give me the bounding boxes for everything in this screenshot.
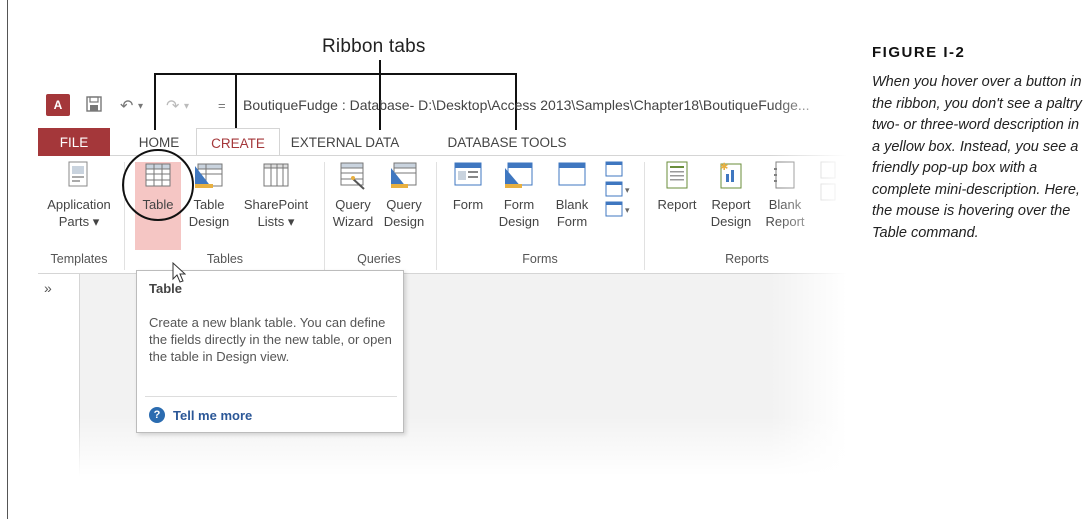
more-forms-icon: ▾▾: [605, 161, 630, 217]
access-logo-icon: A: [46, 94, 70, 116]
table-design-line1: Table: [193, 197, 225, 212]
report-design-icon: ✱: [720, 162, 742, 189]
query-design-button[interactable]: Query Design: [378, 160, 430, 230]
more-reports-stack[interactable]: [814, 160, 844, 214]
help-icon: ?: [149, 407, 165, 423]
group-label-tables: Tables: [206, 252, 244, 266]
group-label-reports: Reports: [725, 252, 769, 266]
query-wizard-line1: Query: [335, 197, 371, 212]
redo-dropdown-icon[interactable]: ▾: [184, 101, 189, 112]
table-design-icon: [195, 163, 223, 188]
form-design-line2: Design: [498, 214, 540, 229]
undo-icon[interactable]: ↶: [120, 96, 133, 116]
report-design-line1: Report: [711, 197, 751, 212]
tell-me-more-link[interactable]: ? Tell me more: [149, 407, 252, 423]
undo-dropdown-icon[interactable]: ▾: [138, 101, 143, 112]
report-icon: [666, 161, 688, 189]
form-icon: [454, 162, 482, 186]
query-wizard-icon: [340, 162, 365, 190]
query-wizard-button[interactable]: Query Wizard: [328, 160, 378, 230]
form-button-label: Form: [452, 197, 484, 212]
screen-tip: Table Create a new blank table. You can …: [136, 270, 404, 433]
access-window: A ↶ ▾ ↷ ▾ = BoutiqueFudge : Database- D:…: [38, 86, 860, 476]
tab-database-tools[interactable]: DATABASE TOOLS: [436, 128, 578, 156]
blank-form-line1: Blank: [555, 197, 589, 212]
group-separator: [324, 162, 325, 270]
blank-report-icon: [774, 161, 795, 189]
sharepoint-lists-icon: [263, 163, 289, 187]
navigation-pane[interactable]: »: [38, 274, 80, 476]
svg-text:✱: ✱: [720, 162, 728, 173]
figure-caption: When you hover over a button in the ribb…: [872, 74, 1082, 241]
redo-icon[interactable]: ↷: [166, 96, 179, 116]
application-parts-button[interactable]: Application Parts ▾: [40, 160, 118, 230]
group-label-forms: Forms: [522, 252, 558, 266]
form-button[interactable]: Form: [446, 160, 490, 213]
group-label-queries: Queries: [357, 252, 401, 266]
group-separator: [644, 162, 645, 270]
tab-file[interactable]: FILE: [38, 128, 110, 156]
query-design-icon: [391, 162, 417, 188]
blank-report-button[interactable]: Blank Report: [760, 160, 810, 230]
more-reports-icon: [820, 161, 836, 201]
form-design-icon: [505, 162, 533, 188]
tab-external-data[interactable]: EXTERNAL DATA: [284, 128, 406, 156]
tip-divider: [145, 396, 397, 397]
query-wizard-line2: Wizard: [332, 214, 374, 229]
blank-report-line1: Blank: [768, 197, 802, 212]
table-design-line2: Design: [188, 214, 230, 229]
sharepoint-lists-line2: Lists ▾: [257, 214, 295, 229]
blank-form-line2: Form: [556, 214, 588, 229]
blank-report-line2: Report: [765, 214, 805, 229]
svg-text:▾: ▾: [625, 205, 630, 215]
mouse-pointer-icon: [172, 262, 186, 283]
tip-description: Create a new blank table. You can define…: [149, 315, 392, 364]
report-design-line2: Design: [710, 214, 752, 229]
tell-me-more-label: Tell me more: [173, 407, 253, 423]
application-parts-line1: Application: [47, 197, 111, 212]
form-design-button[interactable]: Form Design: [494, 160, 544, 230]
group-separator: [436, 162, 437, 270]
application-parts-line2: Parts ▾: [58, 214, 100, 229]
window-title: BoutiqueFudge : Database- D:\Desktop\Acc…: [243, 97, 810, 113]
page-margin-rule: [7, 0, 8, 519]
group-label-templates: Templates: [50, 252, 108, 266]
title-bar: A ↶ ▾ ↷ ▾ = BoutiqueFudge : Database- D:…: [38, 86, 860, 130]
sharepoint-lists-line1: SharePoint: [243, 197, 309, 212]
report-design-button[interactable]: ✱ Report Design: [704, 160, 758, 230]
figure-title: FIGURE I-2: [872, 44, 966, 61]
query-design-line1: Query: [386, 197, 422, 212]
report-button[interactable]: Report: [652, 160, 702, 213]
sharepoint-lists-button[interactable]: SharePoint Lists ▾: [236, 160, 316, 230]
customize-qat-icon[interactable]: =: [218, 98, 226, 113]
application-parts-icon: [68, 161, 88, 187]
report-button-label: Report: [657, 197, 697, 212]
svg-text:▾: ▾: [625, 185, 630, 195]
blank-form-button[interactable]: Blank Form: [550, 160, 594, 230]
blank-form-icon: [558, 162, 586, 186]
query-design-line2: Design: [383, 214, 425, 229]
form-design-line1: Form: [503, 197, 535, 212]
more-forms-stack[interactable]: ▾ ▾: [600, 160, 636, 234]
callout-label: Ribbon tabs: [322, 36, 426, 57]
tab-create[interactable]: CREATE: [196, 128, 280, 157]
highlight-circle: [122, 149, 194, 221]
shutter-bar-open-icon[interactable]: »: [44, 280, 52, 296]
save-icon[interactable]: [86, 96, 102, 117]
